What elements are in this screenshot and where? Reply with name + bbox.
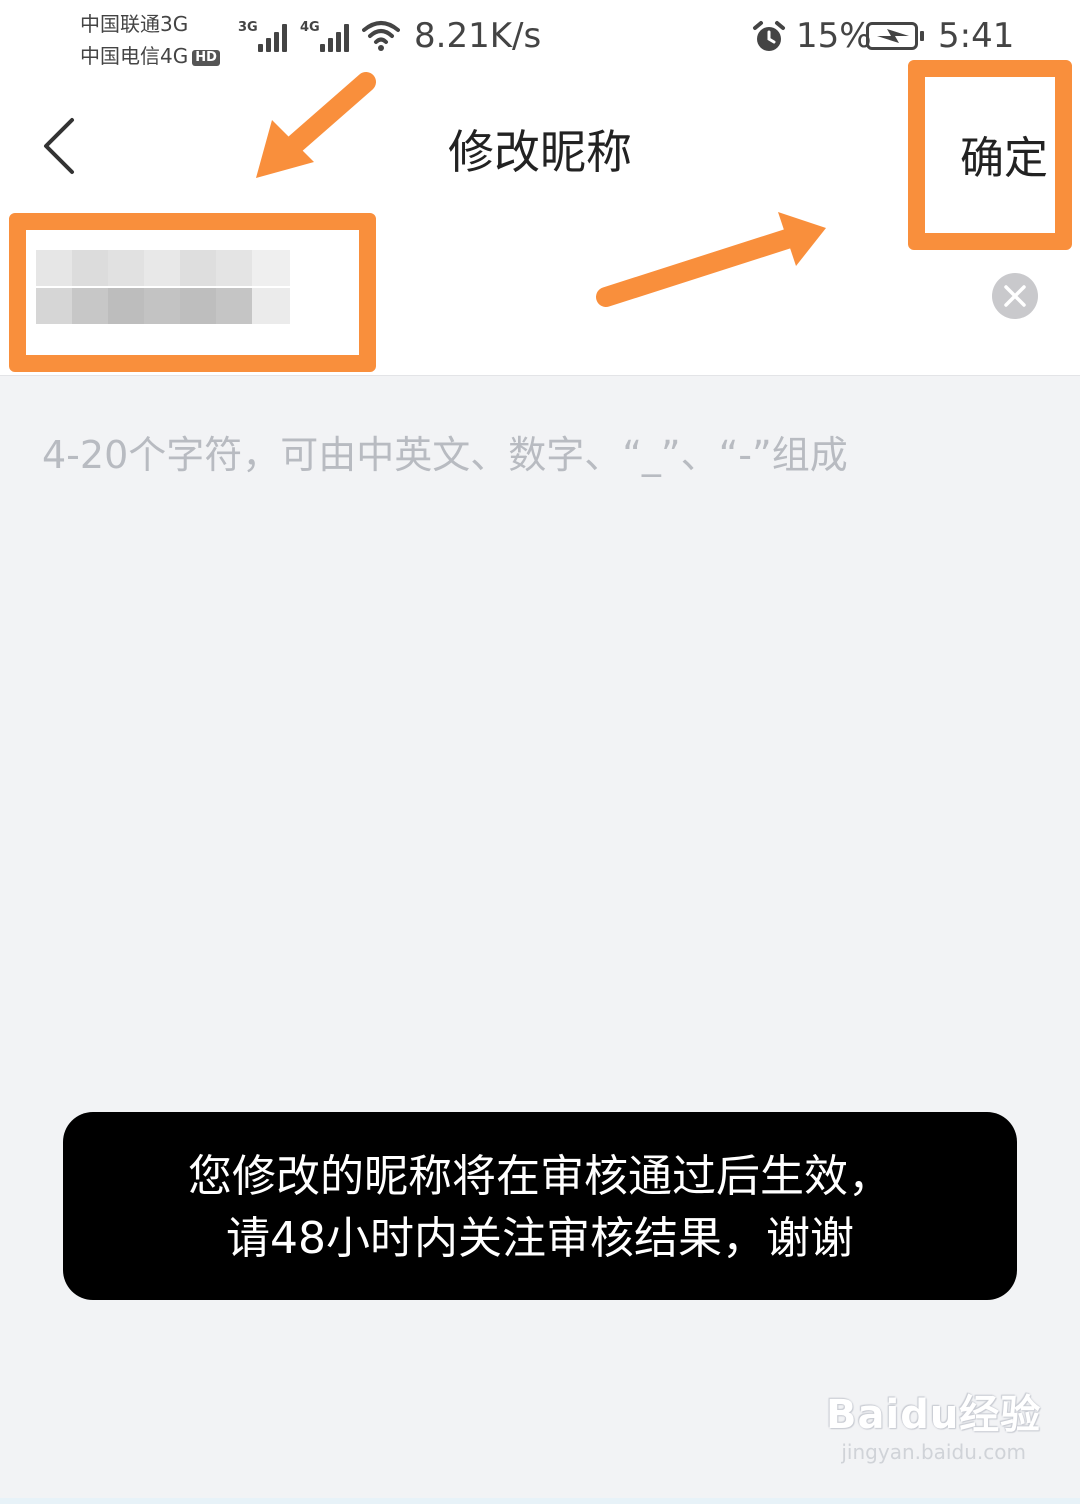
watermark-url: jingyan.baidu.com [841,1440,1026,1464]
nickname-rule-hint: 4-20个字符，可由中英文、数字、“_”、“-”组成 [42,433,848,477]
toast-line-2: 请48小时内关注审核结果，谢谢 [226,1213,854,1264]
baidu-watermark: Baidu经验 jingyan.baidu.com [826,1382,1041,1464]
watermark-logo: Baidu经验 [826,1392,1042,1438]
annotation-arrows [256,72,826,307]
review-toast: 您修改的昵称将在审核通过后生效， 请48小时内关注审核结果，谢谢 [63,1112,1017,1300]
bottom-edge [0,1498,1080,1504]
arrow-to-confirm-icon [596,212,826,307]
toast-line-1: 您修改的昵称将在审核通过后生效， [188,1151,892,1202]
arrow-to-input-icon [256,72,376,178]
